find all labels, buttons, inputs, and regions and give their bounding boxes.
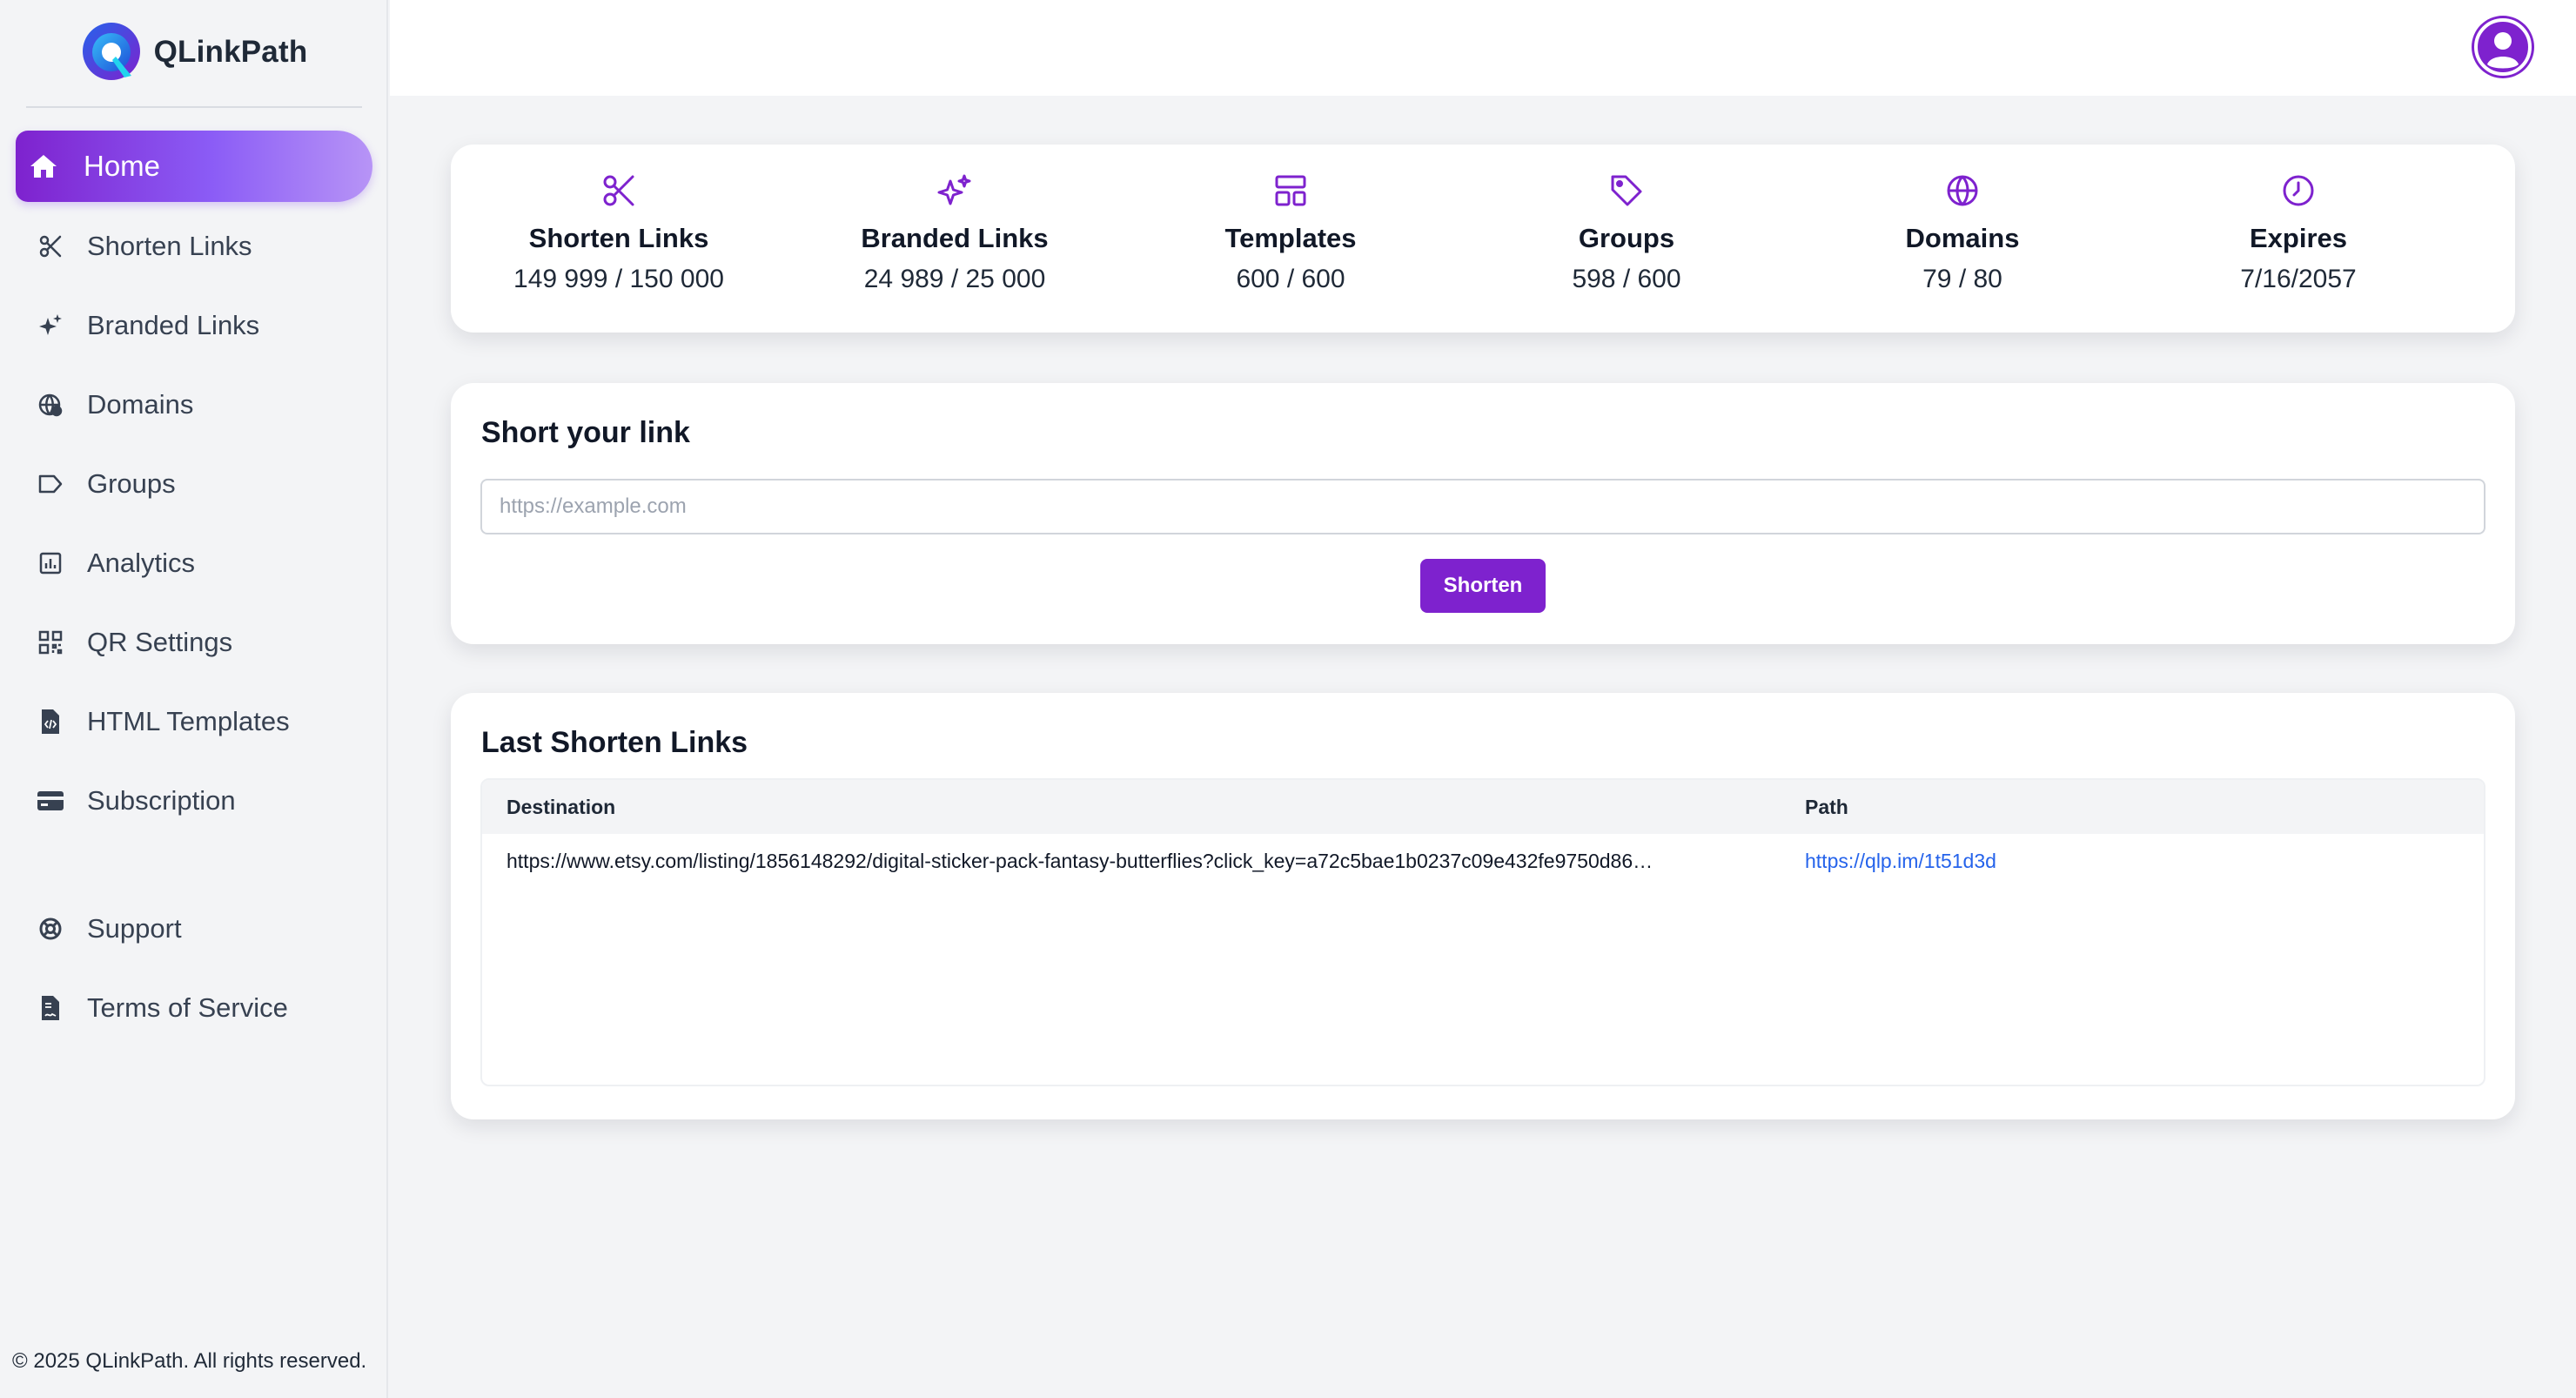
sidebar-item-label: Subscription [87,785,236,816]
last-links-card: Last Shorten Links Destination Path http… [451,693,2515,1119]
sidebar-item-analytics[interactable]: Analytics [16,528,372,599]
stat-title: Domains [1905,223,2020,253]
stat-shorten-links: Shorten Links 149 999 / 150 000 [451,145,787,333]
table-row: https://www.etsy.com/listing/1856148292/… [482,834,2484,890]
stat-expires: Expires 7/16/2057 [2130,145,2466,333]
sidebar-item-groups[interactable]: Groups [16,448,372,520]
stat-value: 149 999 / 150 000 [513,265,724,293]
sidebar-item-label: Terms of Service [87,992,288,1023]
shorten-button[interactable]: Shorten [1420,559,1546,613]
sidebar-item-qr-settings[interactable]: QR Settings [16,607,372,678]
links-table: Destination Path https://www.etsy.com/li… [480,778,2485,1086]
table-header: Destination Path [482,780,2484,834]
stat-title: Groups [1578,223,1675,253]
stat-title: Templates [1224,223,1357,253]
sidebar-item-terms-of-service[interactable]: Terms of Service [16,972,372,1044]
stat-groups: Groups 598 / 600 [1459,145,1794,333]
brand-name: QLinkPath [153,35,308,69]
last-links-title: Last Shorten Links [481,726,748,759]
sidebar-item-branded-links[interactable]: Branded Links [16,290,372,361]
sidebar-item-label: Support [87,913,182,944]
sidebar-item-support[interactable]: Support [16,893,372,964]
file-code-icon [37,708,64,736]
stat-title: Expires [2249,223,2347,253]
stat-value: 24 989 / 25 000 [863,265,1046,293]
sidebar-item-label: Branded Links [87,310,260,340]
credit-card-icon [37,787,64,815]
column-header-destination: Destination [506,796,616,818]
sparkles-icon [937,174,971,205]
bar-chart-icon [37,549,64,577]
sidebar-item-subscription[interactable]: Subscription [16,765,372,837]
sidebar-item-label: QR Settings [87,627,233,657]
user-circle-icon [2474,18,2532,76]
shorten-link-card: Short your link Shorten [451,383,2515,644]
label-tag-icon [37,470,64,498]
topbar [390,0,2576,96]
tag-icon [1611,175,1642,206]
stat-title: Shorten Links [528,223,709,253]
sparkles-icon [37,312,64,339]
app-root: QLinkPath Home Shorten Links Branded Lin… [0,0,2576,1398]
shorten-card-title: Short your link [481,416,690,449]
short-path-link[interactable]: https://qlp.im/1t51d3d [1805,850,1996,873]
qr-code-icon [37,628,64,656]
sidebar-item-domains[interactable]: Domains [16,369,372,440]
scissors-icon [603,175,634,206]
sidebar-item-home[interactable]: Home [16,131,372,202]
globe-icon [1947,175,1978,206]
usage-stats-card: Shorten Links 149 999 / 150 000 Branded … [451,145,2515,333]
sidebar-item-shorten-links[interactable]: Shorten Links [16,211,372,282]
globe-icon [37,391,64,419]
sidebar-item-label: Analytics [87,548,196,578]
lifebuoy-icon [37,915,64,943]
copyright-text: © 2025 QLinkPath. All rights reserved. [12,1349,367,1373]
destination-cell: https://www.etsy.com/listing/1856148292/… [506,850,1654,872]
brand-divider [26,106,362,108]
column-header-path: Path [1805,796,1848,818]
stat-value: 600 / 600 [1236,265,1345,293]
sidebar-item-label: Home [84,150,161,182]
url-input[interactable] [480,479,2485,534]
stat-branded-links: Branded Links 24 989 / 25 000 [787,145,1123,333]
stat-title: Branded Links [861,223,1049,253]
stat-value: 7/16/2057 [2240,265,2357,293]
home-icon [30,152,57,180]
scissors-icon [37,232,64,260]
sidebar-item-label: HTML Templates [87,706,290,736]
file-contract-icon [37,994,64,1022]
sidebar-item-html-templates[interactable]: HTML Templates [16,686,372,757]
stat-value: 598 / 600 [1572,265,1681,293]
user-avatar-button[interactable] [2472,16,2534,78]
layout-icon [1275,175,1306,206]
stat-templates: Templates 600 / 600 [1123,145,1459,333]
sidebar-item-label: Groups [87,468,176,499]
sidebar-item-label: Domains [87,389,194,420]
clock-icon [2283,175,2314,206]
sidebar-item-label: Shorten Links [87,231,252,261]
brand[interactable]: QLinkPath [0,19,388,85]
sidebar: QLinkPath Home Shorten Links Branded Lin… [0,0,388,1398]
logo-icon [82,23,140,80]
stat-domains: Domains 79 / 80 [1794,145,2130,333]
stat-value: 79 / 80 [1922,265,2002,293]
